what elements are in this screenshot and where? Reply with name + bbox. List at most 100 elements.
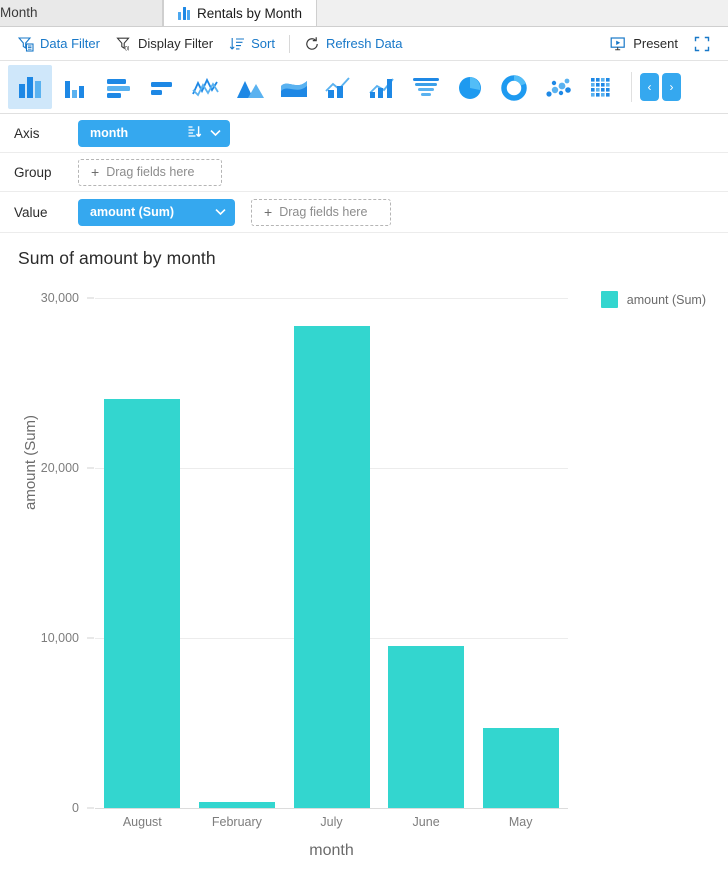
x-axis-line: [95, 808, 568, 809]
refresh-data-label: Refresh Data: [325, 36, 403, 51]
pie-chart-icon: [459, 77, 481, 99]
sort-descending-icon[interactable]: [188, 125, 202, 141]
chart-type-prev-button[interactable]: ‹: [640, 73, 659, 101]
display-filter-label: Display Filter: [137, 36, 214, 51]
group-drop-zone[interactable]: + Drag fields here: [78, 158, 222, 186]
donut-chart-icon: [501, 75, 527, 101]
data-filter-label: Data Filter: [40, 36, 100, 51]
y-axis-tick-mark: [87, 297, 94, 299]
chart-type-column-chart[interactable]: [8, 65, 52, 109]
tab-month[interactable]: Month: [0, 0, 163, 26]
bar-chart-icon: [178, 6, 190, 20]
chart-designer-window: Month Rentals by Month Data Filter 0l Di…: [0, 0, 728, 869]
chevron-right-icon: ›: [669, 80, 674, 94]
scatter-chart-icon: [546, 78, 571, 97]
chart-type-column-chart-small[interactable]: [52, 65, 96, 109]
value-shelf: Value amount (Sum) + Drag fields here: [0, 192, 728, 233]
chart-type-donut-chart[interactable]: [492, 65, 536, 109]
bar-february[interactable]: [198, 802, 275, 808]
chart-type-stream-chart[interactable]: [272, 65, 316, 109]
x-axis-tick-label: February: [211, 815, 262, 829]
plus-icon: +: [264, 204, 273, 220]
bar-may[interactable]: [482, 728, 559, 808]
value-field-label: amount (Sum): [90, 205, 175, 219]
y-axis-tick-mark: [87, 637, 94, 639]
chart-type-waterfall-chart[interactable]: [404, 65, 448, 109]
column-chart-icon: [19, 77, 41, 98]
chart-type-next-button[interactable]: ›: [662, 73, 681, 101]
chart-type-pie-chart[interactable]: [448, 65, 492, 109]
fullscreen-icon: [694, 36, 710, 52]
y-axis-tick-label: 30,000: [40, 291, 79, 305]
bar-chart-small-icon: [151, 82, 172, 95]
toolbar-divider: [288, 34, 290, 53]
sort-icon: [229, 36, 245, 52]
group-shelf: Group + Drag fields here: [0, 153, 728, 192]
chart-type-bar-chart[interactable]: [96, 65, 140, 109]
display-filter-icon: 0l: [116, 36, 132, 52]
chevron-down-icon[interactable]: [215, 205, 226, 219]
sort-label: Sort: [251, 36, 275, 51]
display-filter-button[interactable]: 0l Display Filter: [108, 31, 221, 57]
x-axis-tick-label: July: [320, 815, 343, 829]
combo-chart-2-icon: [369, 78, 394, 98]
chart-type-bar-chart-small[interactable]: [140, 65, 184, 109]
y-axis-tick-label: 0: [72, 801, 79, 815]
tab-bar: Month Rentals by Month: [0, 0, 728, 27]
value-field-pill-amount-sum[interactable]: amount (Sum): [78, 198, 235, 226]
chart-type-scatter-chart[interactable]: [536, 65, 580, 109]
chart-type-area-chart[interactable]: [228, 65, 272, 109]
tab-rentals-by-month-label: Rentals by Month: [197, 5, 303, 21]
fullscreen-button[interactable]: [686, 31, 718, 57]
waterfall-chart-icon: [413, 78, 439, 96]
y-axis-tick-label: 10,000: [40, 631, 79, 645]
plus-icon: +: [91, 164, 100, 180]
chart-type-line-chart[interactable]: [184, 65, 228, 109]
present-icon: [610, 36, 627, 52]
svg-text:0l: 0l: [125, 46, 130, 52]
present-button[interactable]: Present: [602, 31, 686, 57]
group-drop-zone-label: Drag fields here: [106, 165, 195, 179]
y-axis-tick-label: 20,000: [40, 461, 79, 475]
bar-june[interactable]: [388, 645, 465, 808]
bar-july[interactable]: [293, 326, 370, 808]
data-filter-button[interactable]: Data Filter: [10, 31, 108, 57]
y-axis-tick-mark: [87, 467, 94, 469]
value-shelf-label: Value: [14, 204, 48, 220]
plot-region: 0 10,000 20,000 30,000 August February July Jun…: [0, 233, 728, 869]
chart-type-combo-chart-2[interactable]: [360, 65, 404, 109]
chart-type-combo-line-column-chart[interactable]: [316, 65, 360, 109]
area-chart-icon: [237, 81, 264, 98]
chevron-left-icon: ‹: [647, 80, 652, 94]
tab-rentals-by-month[interactable]: Rentals by Month: [163, 0, 318, 26]
axis-field-pill-month[interactable]: month: [78, 119, 230, 147]
refresh-data-button[interactable]: Refresh Data: [296, 31, 411, 57]
x-axis-tick-label: May: [508, 815, 533, 829]
chart-type-divider: [631, 72, 632, 102]
chevron-down-icon[interactable]: [210, 126, 221, 140]
chart-type-strip: ‹ ›: [0, 61, 728, 114]
axis-shelf: Axis month: [0, 114, 728, 153]
x-axis-tick-label: June: [412, 815, 440, 829]
group-shelf-label: Group: [14, 164, 52, 180]
axis-shelf-label: Axis: [14, 125, 40, 141]
chart-canvas: Sum of amount by month amount (Sum) amou…: [0, 233, 728, 869]
bar-august[interactable]: [104, 398, 181, 808]
value-drop-zone-label: Drag fields here: [279, 205, 368, 219]
chart-type-heatmap-chart[interactable]: [580, 65, 624, 109]
bar-chart-icon: [107, 79, 130, 98]
sort-button[interactable]: Sort: [221, 31, 283, 57]
command-bar: Data Filter 0l Display Filter Sort Refre…: [0, 27, 728, 61]
data-filter-icon: [18, 36, 34, 52]
axis-field-label: month: [90, 126, 129, 140]
heatmap-chart-icon: [591, 78, 610, 97]
tab-month-label: Month: [0, 5, 38, 20]
column-chart-small-icon: [65, 81, 84, 98]
present-label: Present: [633, 36, 678, 51]
value-drop-zone[interactable]: + Drag fields here: [251, 198, 391, 226]
y-axis-tick-mark: [87, 807, 94, 809]
stream-chart-icon: [281, 81, 307, 97]
x-axis-title: month: [309, 842, 354, 859]
line-chart-icon: [192, 77, 219, 97]
x-axis-tick-label: August: [122, 815, 162, 829]
